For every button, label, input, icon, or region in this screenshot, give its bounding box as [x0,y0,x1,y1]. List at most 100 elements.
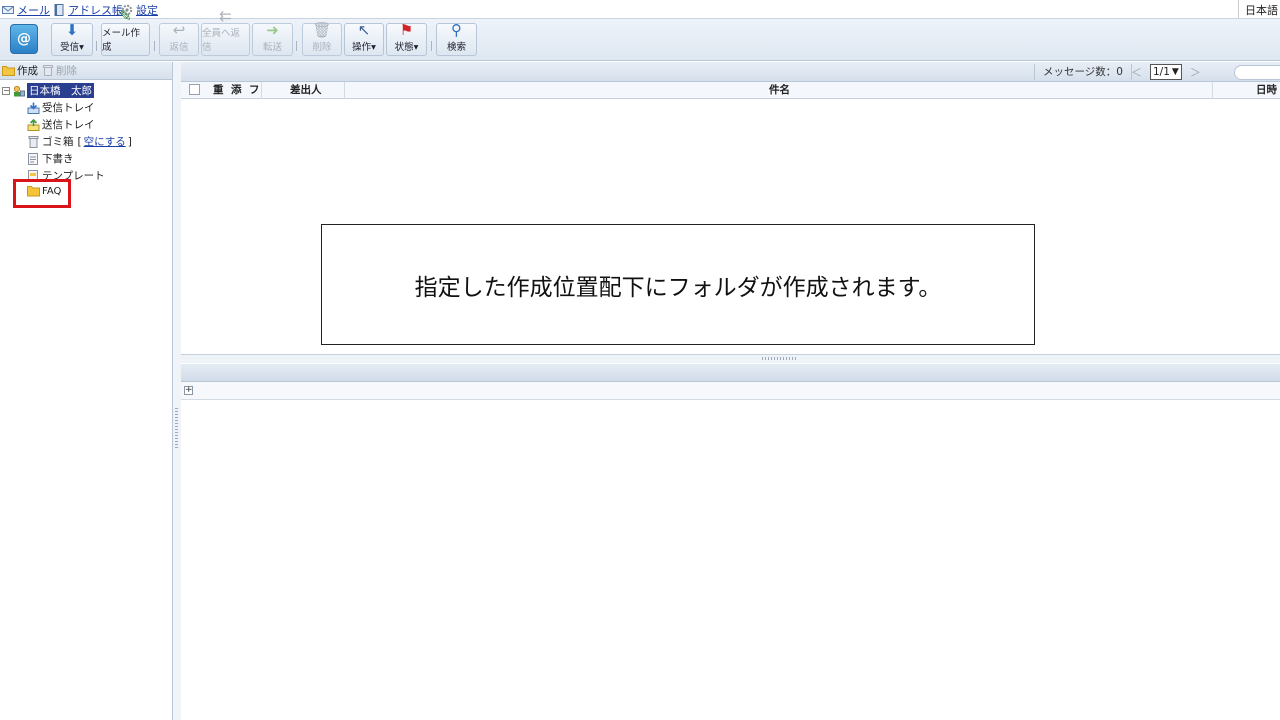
toolbar-separator [96,41,97,51]
collapse-icon[interactable]: − [2,86,10,95]
inbox-icon [27,102,40,114]
quick-search-input[interactable] [1234,65,1280,80]
empty-trash-link[interactable]: 空にする [84,134,126,149]
preview-pane [181,401,1280,720]
reply-label: 返信 [169,42,189,53]
toolbar: @ ⬇ 受信▾ ✎ メール作成 ↩ 返信 ⇇ 全員へ返信 ➜ 転送 🗑 削除 ↖… [0,8,1280,61]
column-divider [1212,82,1213,99]
cursor-icon: ↖ [357,21,371,39]
chevron-down-icon: ▼ [1171,67,1179,77]
account-node[interactable]: − 日本橋 太郎 [2,83,94,98]
message-count: メッセージ数：0 [1034,64,1132,80]
folder-drafts-label: 下書き [42,153,74,165]
toolbar-separator [296,41,297,51]
pager: ＜ 1/1 ▼ ＞ [1131,64,1201,80]
folder-new-icon [2,66,15,76]
draft-icon [28,152,38,165]
column-from[interactable]: 差出人 [290,82,322,99]
column-divider [344,82,345,99]
receive-label: 受信▾ [60,42,84,53]
column-date[interactable]: 日時 [1256,82,1277,99]
toolbar-separator [431,41,432,51]
trash-icon [43,65,53,76]
folder-inbox-label: 受信トレイ [42,102,95,114]
column-subject[interactable]: 件名 [769,82,790,99]
trash-icon [28,135,39,148]
pencil-icon: ✎ [119,7,132,25]
delete-button[interactable]: 🗑 削除 [302,21,342,56]
column-attachment[interactable]: 添 [231,82,242,99]
settings-label: 設定 [136,4,158,17]
instruction-text: 指定した作成位置配下にフォルダが作成されます。 [414,274,942,301]
reply-button[interactable]: ↩ 返信 [159,21,199,56]
message-list-toolbar: メッセージ数：0 ＜ 1/1 ▼ ＞ [181,62,1280,82]
folder-inbox[interactable]: 受信トレイ [27,100,95,115]
preview-toolbar [181,364,1280,382]
reply-icon: ↩ [172,21,186,39]
folder-sent-label: 送信トレイ [42,119,95,131]
create-folder-button[interactable]: 作成 [2,63,38,78]
status-label: 状態▾ [394,42,419,53]
folder-trash[interactable]: ゴミ箱 [空にする] [27,134,132,149]
outbox-icon [27,118,40,131]
search-button[interactable]: ⚲ 検索 [436,21,477,56]
message-list-columns: 重 添 フ 差出人 件名 日時 [181,82,1280,99]
page-select-value: 1/1 [1153,66,1170,78]
folder-drafts[interactable]: 下書き [27,151,74,166]
folder-actions-bar: 作成 削除 [0,62,172,80]
compose-button[interactable]: ✎ メール作成 [101,8,150,56]
operation-button[interactable]: ↖ 操作▾ [344,21,384,56]
language-selector[interactable]: 日本語 [1238,0,1280,18]
vertical-splitter[interactable] [173,62,181,720]
address-book-icon [54,4,64,16]
horizontal-splitter[interactable] [181,354,1280,363]
forward-button[interactable]: ➜ 転送 [252,21,293,56]
delete-label: 削除 [312,42,332,53]
mail-link-label: メール [17,4,50,17]
highlight-box [13,179,71,208]
reply-all-icon: ⇇ [219,7,232,25]
forward-icon: ➜ [266,21,279,39]
trash-icon: 🗑 [312,21,332,39]
forward-label: 転送 [262,42,282,53]
status-button[interactable]: ⚑ 状態▾ [386,21,427,56]
user-lock-icon [13,85,25,96]
search-label: 検索 [446,42,466,53]
next-page-button[interactable]: ＞ [1190,64,1201,80]
operation-label: 操作▾ [352,42,376,53]
toolbar-separator [154,41,155,51]
address-book-link[interactable]: アドレス帳 [53,2,123,18]
instruction-callout: 指定した作成位置配下にフォルダが作成されます。 [321,224,1035,345]
bracket-open: [ [77,135,82,148]
compose-label: メール作成 [102,28,141,53]
folder-trash-label: ゴミ箱 [42,136,74,148]
folder-pane: 作成 削除 − 日本橋 太郎 受信トレイ 送信トレイ ゴミ箱 [空にする] 下書… [0,62,173,720]
preview-header: + [181,382,1280,400]
inbox-download-icon: ⬇ [65,21,79,39]
delete-folder-button[interactable]: 削除 [42,63,77,78]
bracket-close: ] [127,135,132,148]
search-icon: ⚲ [451,21,462,39]
page-select[interactable]: 1/1 ▼ [1150,64,1182,80]
prev-page-button[interactable]: ＜ [1131,64,1142,80]
folder-sent[interactable]: 送信トレイ [27,117,95,132]
expand-icon[interactable]: + [184,386,193,395]
column-flag[interactable]: フ [249,82,260,99]
reply-all-label: 全員へ返信 [202,28,241,53]
column-importance[interactable]: 重 [213,82,224,99]
account-name: 日本橋 太郎 [27,83,94,98]
receive-button[interactable]: ⬇ 受信▾ [51,21,93,56]
flag-icon: ⚑ [399,21,414,39]
reply-all-button[interactable]: ⇇ 全員へ返信 [201,8,250,56]
top-link-bar: メール アドレス帳 設定 日本語 [0,0,1280,19]
select-all-checkbox[interactable] [189,84,200,95]
column-divider [261,82,262,99]
mail-home-icon[interactable]: @ [10,24,38,54]
create-folder-label: 作成 [17,65,38,77]
mail-link[interactable]: メール [2,2,50,18]
horizontal-splitter-grip[interactable] [762,357,798,360]
delete-folder-label: 削除 [56,65,77,77]
vertical-splitter-grip[interactable] [175,408,178,448]
envelope-icon [2,6,14,14]
address-book-label: アドレス帳 [68,4,123,17]
